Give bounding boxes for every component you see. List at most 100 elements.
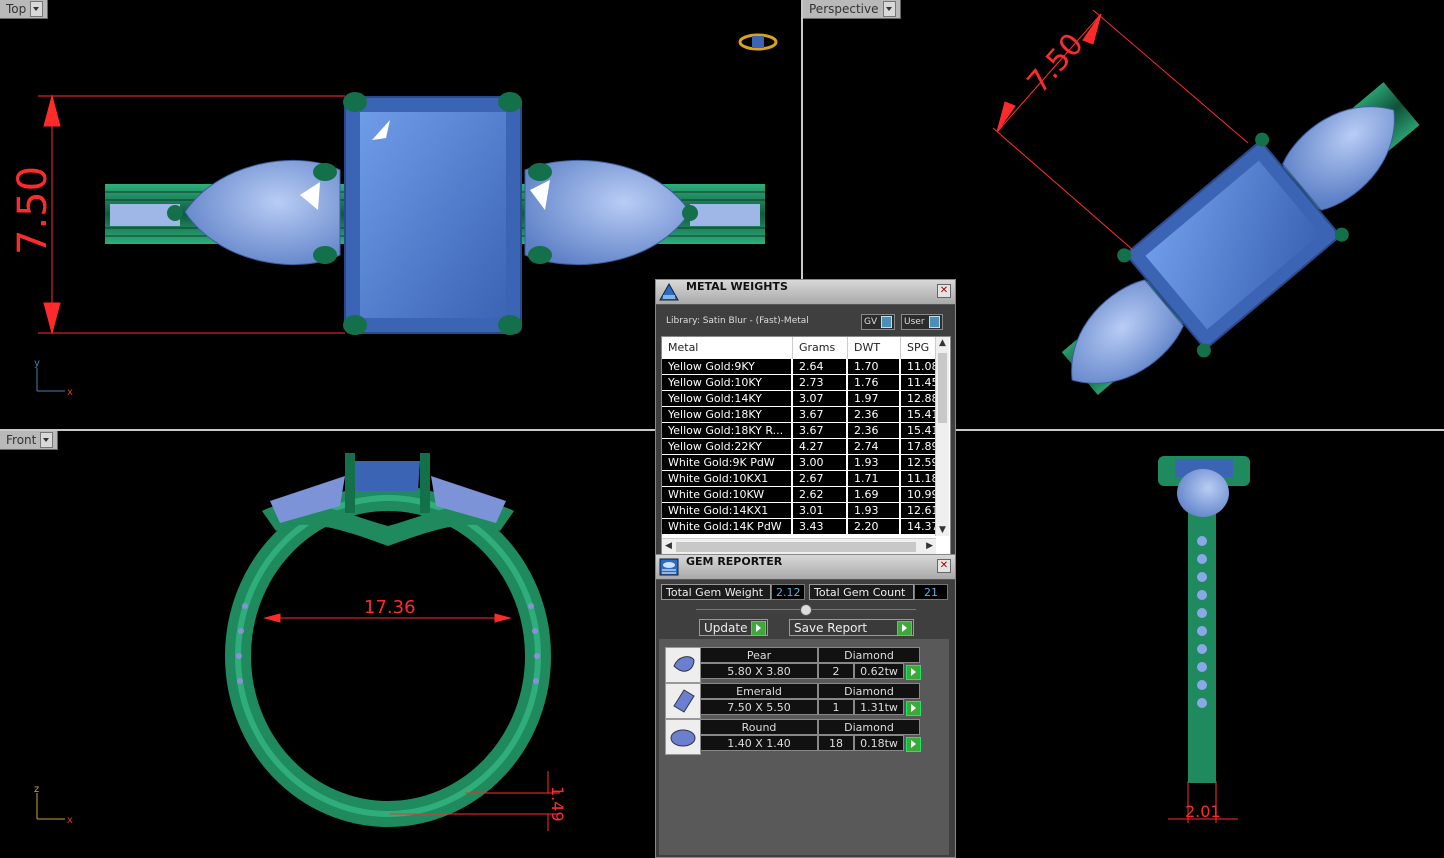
- total-gem-count-label: Total Gem Count: [809, 584, 914, 600]
- metal-name: White Gold:14K PdW: [662, 519, 793, 535]
- metal-weights-header[interactable]: METAL WEIGHTS ✕: [656, 280, 955, 305]
- dwt-value: 1.93: [848, 503, 901, 519]
- play-icon: [897, 621, 912, 636]
- close-icon[interactable]: ✕: [937, 284, 951, 298]
- round-gem-thumbnail: [665, 719, 701, 755]
- gem-size: 1.40 X 1.40: [700, 735, 818, 751]
- table-row[interactable]: Yellow Gold:18KY 3.67 2.36 15.41: [662, 407, 950, 423]
- table-row[interactable]: White Gold:10KX1 2.67 1.71 11.18: [662, 471, 950, 487]
- dwt-value: 1.69: [848, 487, 901, 503]
- gem-material: Diamond: [818, 719, 920, 735]
- gem-reporter-panel: GEM REPORTER ✕ Total Gem Weight 2.12 Tot…: [655, 554, 956, 858]
- dwt-value: 1.93: [848, 455, 901, 471]
- spg-value: 17.89: [901, 439, 937, 455]
- emerald-gem-thumbnail: [665, 683, 701, 719]
- close-icon[interactable]: ✕: [937, 559, 951, 573]
- dwt-value: 1.97: [848, 391, 901, 407]
- dwt-value: 2.74: [848, 439, 901, 455]
- grams-value: 2.64: [793, 359, 848, 375]
- spg-value: 12.88: [901, 391, 937, 407]
- metal-name: White Gold:14KX1: [662, 503, 793, 519]
- save-report-label: Save Report: [794, 621, 868, 635]
- gem-material: Diamond: [818, 683, 920, 699]
- grams-value: 3.01: [793, 503, 848, 519]
- viewport-tab-top[interactable]: Top: [0, 0, 49, 19]
- collapse-handle[interactable]: [800, 604, 812, 616]
- viewport-tab-perspective[interactable]: Perspective: [803, 0, 901, 19]
- select-gem-button[interactable]: [906, 737, 921, 752]
- viewport-label-front: Front: [6, 433, 37, 447]
- table-row[interactable]: Yellow Gold:18KY R... 3.67 2.36 15.41: [662, 423, 950, 439]
- table-row[interactable]: White Gold:14K PdW 3.43 2.20 14.37: [662, 519, 950, 535]
- pear-gem-thumbnail: [665, 647, 701, 683]
- metal-weights-panel: METAL WEIGHTS ✕ Library: Satin Blur - (F…: [655, 279, 956, 556]
- gem-count: 18: [818, 735, 854, 751]
- viewport-tab-front[interactable]: Front: [0, 431, 59, 450]
- grams-value: 3.67: [793, 407, 848, 423]
- table-row[interactable]: Yellow Gold:22KY 4.27 2.74 17.89: [662, 439, 950, 455]
- spg-value: 12.59: [901, 455, 937, 471]
- chevron-down-icon[interactable]: [40, 432, 54, 448]
- dimension-label-right: 2.01: [1185, 802, 1221, 821]
- metal-weights-title: METAL WEIGHTS: [686, 280, 788, 293]
- axis-x-label: x: [67, 387, 73, 398]
- total-gem-weight-label: Total Gem Weight: [661, 584, 771, 600]
- dwt-value: 1.71: [848, 471, 901, 487]
- grams-value: 4.27: [793, 439, 848, 455]
- grams-value: 3.67: [793, 423, 848, 439]
- col-header-dwt[interactable]: DWT: [848, 337, 901, 359]
- ring-orientation-icon[interactable]: [738, 33, 778, 51]
- grams-value: 2.67: [793, 471, 848, 487]
- metal-name: Yellow Gold:14KY: [662, 391, 793, 407]
- update-button[interactable]: Update: [699, 619, 768, 636]
- spg-value: 15.41: [901, 407, 937, 423]
- gem-size: 5.80 X 3.80: [700, 663, 818, 679]
- gem-weight: 0.18tw: [854, 735, 904, 751]
- gem-row-emerald[interactable]: Emerald Diamond 7.50 X 5.50 1 1.31tw: [665, 683, 923, 719]
- gem-shape: Pear: [700, 647, 818, 663]
- grams-value: 3.07: [793, 391, 848, 407]
- metal-name: White Gold:10KW: [662, 487, 793, 503]
- col-header-metal[interactable]: Metal: [662, 337, 793, 359]
- table-row[interactable]: Yellow Gold:14KY 3.07 1.97 12.88: [662, 391, 950, 407]
- metal-name: White Gold:10KX1: [662, 471, 793, 487]
- toggle-user[interactable]: User: [901, 314, 943, 330]
- metal-weights-table[interactable]: Metal Grams DWT SPG Yellow Gold:9KY 2.64 1…: [661, 336, 951, 556]
- save-report-button[interactable]: Save Report: [789, 619, 914, 636]
- grams-value: 3.43: [793, 519, 848, 535]
- select-gem-button[interactable]: [906, 701, 921, 716]
- table-row[interactable]: White Gold:10KW 2.62 1.69 10.99: [662, 487, 950, 503]
- table-row[interactable]: White Gold:9K PdW 3.00 1.93 12.59: [662, 455, 950, 471]
- gem-row-pear[interactable]: Pear Diamond 5.80 X 3.80 2 0.62tw: [665, 647, 923, 683]
- viewport-label-top: Top: [6, 2, 27, 16]
- toggle-gv[interactable]: GV: [861, 314, 896, 330]
- horizontal-scrollbar[interactable]: ◀ ▶: [662, 538, 936, 555]
- vertical-scrollbar[interactable]: ▲ ▼: [935, 337, 949, 536]
- gem-reporter-icon: [659, 558, 679, 576]
- gem-count: 1: [818, 699, 854, 715]
- gem-reporter-header[interactable]: GEM REPORTER ✕: [656, 555, 955, 580]
- chevron-down-icon[interactable]: [882, 1, 896, 17]
- col-header-spg[interactable]: SPG: [901, 337, 937, 359]
- update-button-label: Update: [704, 621, 748, 635]
- chevron-down-icon[interactable]: [30, 1, 44, 17]
- metal-name: Yellow Gold:9KY: [662, 359, 793, 375]
- spg-value: 10.99: [901, 487, 937, 503]
- dwt-value: 2.36: [848, 423, 901, 439]
- gem-row-round[interactable]: Round Diamond 1.40 X 1.40 18 0.18tw: [665, 719, 923, 755]
- table-row[interactable]: White Gold:14KX1 3.01 1.93 12.61: [662, 503, 950, 519]
- emerald-stone: [344, 96, 522, 334]
- grams-value: 3.00: [793, 455, 848, 471]
- select-gem-button[interactable]: [906, 665, 921, 680]
- grams-value: 2.62: [793, 487, 848, 503]
- spg-value: 11.45: [901, 375, 937, 391]
- axis-x-label-front: x: [67, 815, 73, 826]
- spg-value: 11.18: [901, 471, 937, 487]
- gem-shape: Round: [700, 719, 818, 735]
- col-header-grams[interactable]: Grams: [793, 337, 848, 359]
- spg-value: 11.08: [901, 359, 937, 375]
- table-row[interactable]: Yellow Gold:9KY 2.64 1.70 11.08: [662, 359, 950, 375]
- table-row[interactable]: Yellow Gold:10KY 2.73 1.76 11.45: [662, 375, 950, 391]
- metal-name: Yellow Gold:18KY R...: [662, 423, 793, 439]
- spg-value: 12.61: [901, 503, 937, 519]
